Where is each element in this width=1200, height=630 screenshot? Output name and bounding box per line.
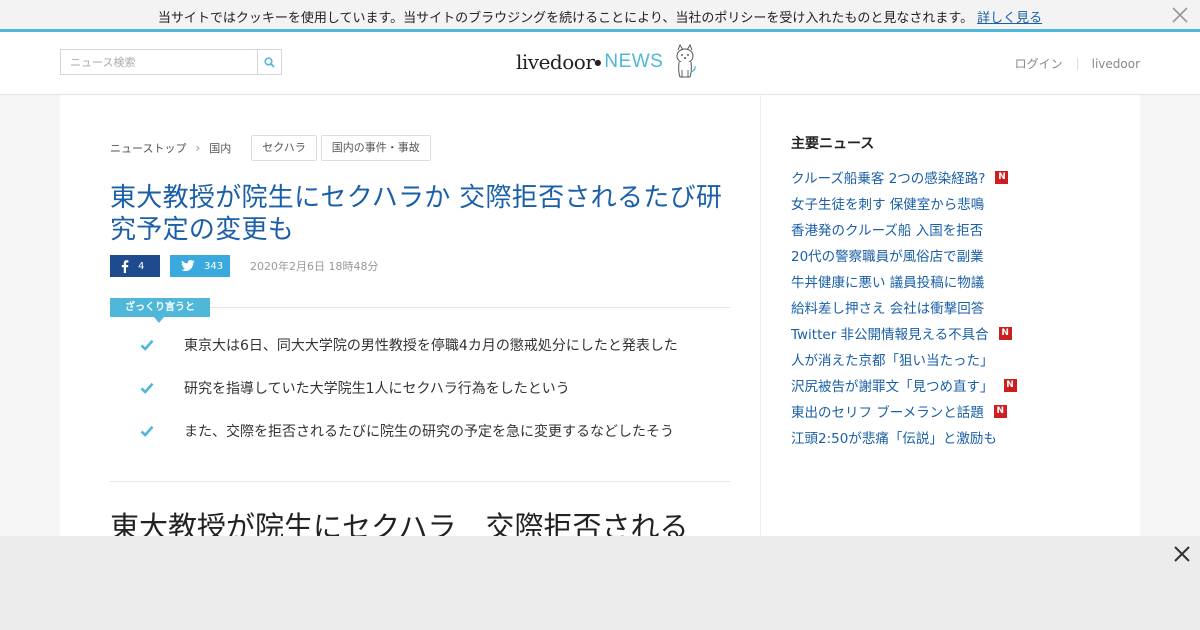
checkmark-icon bbox=[140, 382, 154, 394]
summary-item: 東京大は6日、同大大学院の男性教授を停職4カ月の懲戒処分にしたと発表した bbox=[140, 335, 678, 378]
news-item-label: クルーズ船乗客 2つの感染経路? bbox=[791, 171, 986, 187]
cookie-banner: 当サイトではクッキーを使用しています。当サイトのブラウジングを続けることにより、… bbox=[0, 0, 1200, 32]
new-badge: N bbox=[1003, 378, 1017, 392]
bottom-ad-overlay bbox=[0, 536, 1200, 630]
logo-livedoor-text: livedoor bbox=[516, 50, 595, 74]
article-date: 2020年2月6日 18時48分 bbox=[250, 260, 379, 273]
news-item[interactable]: 東出のセリフ ブーメランと話題 N bbox=[791, 398, 1017, 424]
summary-text: 東京大は6日、同大大学院の男性教授を停職4カ月の懲戒処分にしたと発表した bbox=[184, 338, 678, 354]
header-nav: ログイン livedoor bbox=[1015, 55, 1140, 72]
checkmark-icon bbox=[140, 425, 154, 437]
close-icon[interactable] bbox=[1170, 5, 1190, 25]
cookie-message: 当サイトではクッキーを使用しています。当サイトのブラウジングを続けることにより、… bbox=[0, 7, 1200, 26]
close-icon[interactable] bbox=[1172, 544, 1192, 564]
dog-mascot-icon bbox=[676, 44, 697, 78]
news-item-label: 20代の警察職員が風俗店で副業 bbox=[791, 249, 984, 265]
nav-divider bbox=[1076, 57, 1078, 70]
news-item[interactable]: 牛丼健康に悪い 議員投稿に物議 bbox=[791, 268, 1017, 294]
breadcrumb-separator: › bbox=[195, 141, 201, 155]
twitter-share-count: 343 bbox=[204, 260, 224, 272]
news-item[interactable]: 給料差し押さえ 会社は衝撃回答 bbox=[791, 294, 1017, 320]
search-input[interactable] bbox=[61, 50, 258, 74]
logo-news-text: NEWS bbox=[604, 51, 664, 72]
search-button[interactable] bbox=[257, 50, 281, 74]
twitter-icon bbox=[181, 260, 195, 272]
news-item-label: 女子生徒を刺す 保健室から悲鳴 bbox=[791, 197, 985, 213]
breadcrumb-category[interactable]: 国内 bbox=[209, 140, 231, 156]
news-item[interactable]: 20代の警察職員が風俗店で副業 bbox=[791, 242, 1017, 268]
tag-sexual-harassment[interactable]: セクハラ bbox=[251, 135, 317, 161]
summary-label: ざっくり言うと bbox=[110, 298, 210, 317]
cookie-text: 当サイトではクッキーを使用しています。当サイトのブラウジングを続けることにより、… bbox=[157, 11, 974, 26]
news-item-label: 人が消えた京都「狙い当たった」 bbox=[791, 353, 994, 369]
breadcrumb: ニューストップ › 国内 セクハラ 国内の事件・事故 bbox=[110, 135, 431, 161]
tag-domestic-incidents[interactable]: 国内の事件・事故 bbox=[320, 135, 431, 161]
summary-item: また、交際を拒否されるたびに院生の研究の予定を急に変更するなどしたそう bbox=[140, 421, 678, 464]
news-item[interactable]: 沢尻被告が謝罪文「見つめ直す」 N bbox=[791, 372, 1017, 398]
share-row: 4 343 2020年2月6日 18時48分 bbox=[110, 255, 378, 277]
news-item-label: 給料差し押さえ 会社は衝撃回答 bbox=[791, 301, 985, 317]
news-item[interactable]: 女子生徒を刺す 保健室から悲鳴 bbox=[791, 190, 1017, 216]
new-badge: N bbox=[993, 404, 1007, 418]
facebook-share-button[interactable]: 4 bbox=[110, 255, 160, 277]
facebook-share-count: 4 bbox=[138, 260, 145, 272]
logo-dot: ● bbox=[594, 57, 602, 67]
top-news-list: クルーズ船乗客 2つの感染経路? N 女子生徒を刺す 保健室から悲鳴 香港発のクル… bbox=[791, 164, 1017, 450]
summary-text: 研究を指導していた大学院生1人にセクハラ行為をしたという bbox=[184, 381, 570, 397]
section-divider bbox=[110, 481, 730, 482]
facebook-icon bbox=[121, 259, 129, 273]
new-badge: N bbox=[995, 170, 1009, 184]
site-header: livedoor● NEWS ログイン livedoor bbox=[0, 32, 1200, 95]
news-item[interactable]: Twitter 非公開情報見える不具合 N bbox=[791, 320, 1017, 346]
news-item-label: 江頭2:50が悲痛「伝説」と激励も bbox=[791, 431, 997, 447]
summary-list: 東京大は6日、同大大学院の男性教授を停職4カ月の懲戒処分にしたと発表した 研究を… bbox=[140, 335, 678, 464]
news-item-label: 牛丼健康に悪い 議員投稿に物議 bbox=[791, 275, 985, 291]
news-item-label: 東出のセリフ ブーメランと話題 bbox=[791, 405, 984, 421]
news-item-label: 香港発のクルーズ船 入国を拒否 bbox=[791, 223, 984, 239]
twitter-share-button[interactable]: 343 bbox=[170, 255, 230, 277]
news-item[interactable]: クルーズ船乗客 2つの感染経路? N bbox=[791, 164, 1017, 190]
login-link[interactable]: ログイン bbox=[1015, 55, 1063, 72]
search-form bbox=[60, 49, 282, 75]
news-item-label: Twitter 非公開情報見える不具合 bbox=[791, 327, 989, 343]
new-badge: N bbox=[998, 326, 1012, 340]
summary-text: また、交際を拒否されるたびに院生の研究の予定を急に変更するなどしたそう bbox=[184, 424, 674, 440]
news-item[interactable]: 人が消えた京都「狙い当たった」 bbox=[791, 346, 1017, 372]
news-item[interactable]: 香港発のクルーズ船 入国を拒否 bbox=[791, 216, 1017, 242]
breadcrumb-news-top[interactable]: ニューストップ bbox=[110, 140, 186, 156]
site-logo[interactable]: livedoor ● NEWS bbox=[516, 42, 699, 82]
article-title: 東大教授が院生にセクハラか 交際拒否されるたび研究予定の変更も bbox=[110, 183, 723, 245]
summary-label-pointer bbox=[154, 317, 164, 323]
search-icon bbox=[263, 56, 275, 68]
cookie-details-link[interactable]: 詳しく見る bbox=[977, 11, 1042, 26]
sidebar-title: 主要ニュース bbox=[791, 136, 875, 152]
summary-item: 研究を指導していた大学院生1人にセクハラ行為をしたという bbox=[140, 378, 678, 421]
livedoor-link[interactable]: livedoor bbox=[1092, 57, 1140, 71]
news-item[interactable]: 江頭2:50が悲痛「伝説」と激励も bbox=[791, 424, 1017, 450]
news-item-label: 沢尻被告が謝罪文「見つめ直す」 bbox=[791, 379, 994, 395]
checkmark-icon bbox=[140, 339, 154, 351]
